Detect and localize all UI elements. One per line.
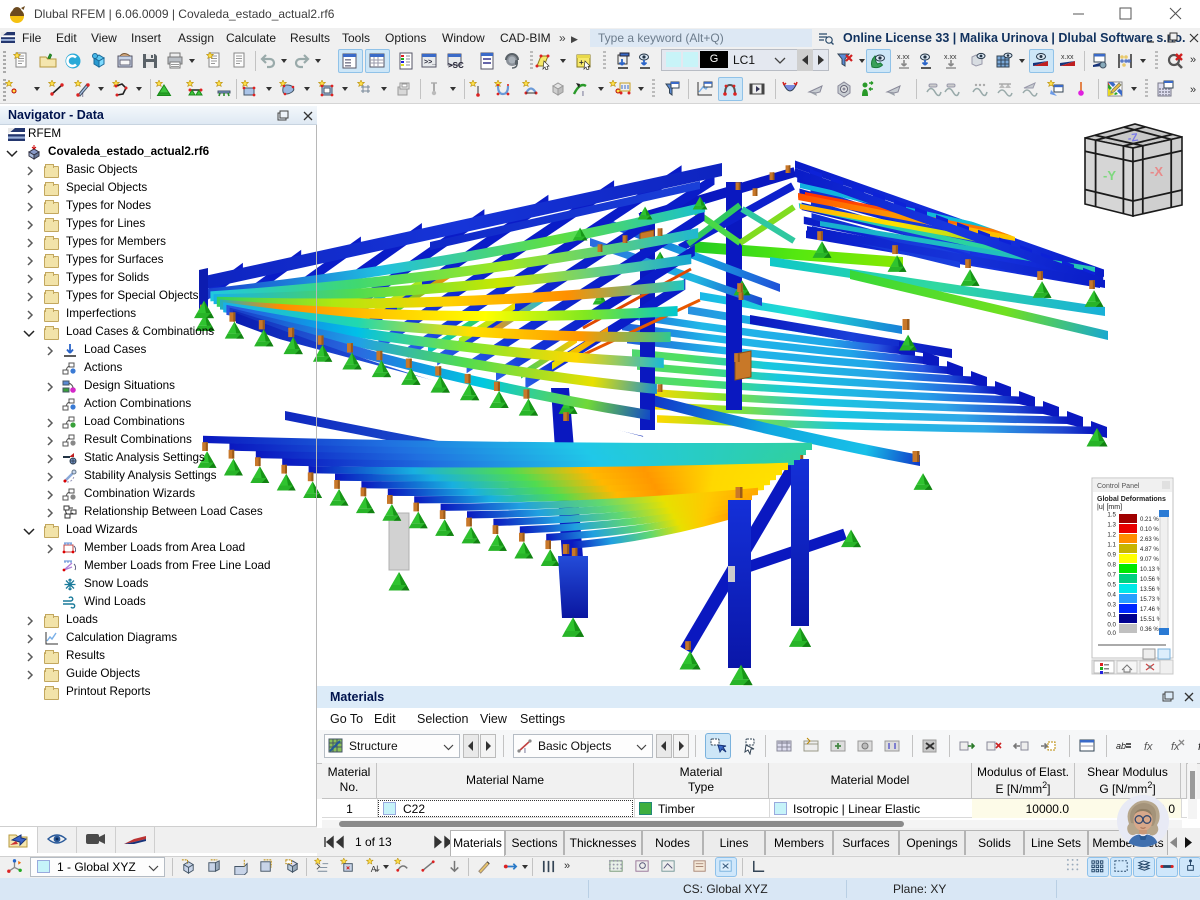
- svg-text:|u| [mm]: |u| [mm]: [1097, 504, 1122, 511]
- svg-text:15.73 %: 15.73 %: [1140, 597, 1163, 603]
- svg-text:>>_: >>_: [424, 59, 436, 66]
- svg-text:fx: fx: [1171, 741, 1180, 753]
- svg-text:I: I: [524, 748, 526, 754]
- svg-text:15.51 %: 15.51 %: [1140, 617, 1163, 623]
- svg-text:10.13 %: 10.13 %: [1140, 567, 1163, 573]
- svg-text:0.8: 0.8: [1107, 562, 1116, 569]
- svg-text:13.56 %: 13.56 %: [1140, 587, 1163, 593]
- svg-text:1.5: 1.5: [1107, 512, 1116, 519]
- svg-text:0.1: 0.1: [1107, 612, 1116, 619]
- svg-text:-Z: -Z: [1127, 132, 1139, 145]
- svg-text:10.56 %: 10.56 %: [1140, 577, 1163, 583]
- svg-text:fx: fx: [1144, 741, 1153, 753]
- svg-text:0.9: 0.9: [1107, 552, 1116, 559]
- svg-text:-Y: -Y: [1103, 168, 1116, 183]
- svg-text:0.7: 0.7: [1107, 572, 1116, 579]
- svg-text:1.3: 1.3: [1107, 522, 1116, 529]
- svg-text:0.21 %: 0.21 %: [1140, 517, 1159, 523]
- svg-text:x.xx: x.xx: [897, 54, 910, 61]
- svg-text:2.63 %: 2.63 %: [1140, 537, 1159, 543]
- svg-text:0.5: 0.5: [1107, 582, 1116, 589]
- svg-text:-X: -X: [1150, 164, 1163, 179]
- svg-text:0.36 %: 0.36 %: [1140, 627, 1159, 633]
- svg-text:ab: ab: [1116, 741, 1126, 751]
- svg-text:4.87 %: 4.87 %: [1140, 547, 1159, 553]
- svg-text:I: I: [82, 93, 84, 98]
- svg-text:0.4: 0.4: [1107, 592, 1116, 599]
- svg-text:1.2: 1.2: [1107, 532, 1116, 539]
- svg-text:Control Panel: Control Panel: [1097, 483, 1140, 490]
- svg-text:0.0: 0.0: [1107, 630, 1116, 637]
- svg-text:Global Deformations: Global Deformations: [1097, 496, 1166, 503]
- svg-text:x.xx: x.xx: [944, 54, 957, 61]
- svg-text:+: +: [579, 58, 584, 67]
- svg-text:0.3: 0.3: [1107, 602, 1116, 609]
- svg-text:1.1: 1.1: [1107, 542, 1116, 549]
- svg-text:>SC: >SC: [448, 61, 464, 70]
- svg-text:x.xx: x.xx: [1061, 54, 1074, 61]
- svg-text:9.07 %: 9.07 %: [1140, 557, 1159, 563]
- svg-text:0.0: 0.0: [1107, 622, 1116, 629]
- svg-text:17.46 %: 17.46 %: [1140, 607, 1163, 613]
- svg-text:I: I: [582, 91, 584, 98]
- svg-text:0.10 %: 0.10 %: [1140, 527, 1159, 533]
